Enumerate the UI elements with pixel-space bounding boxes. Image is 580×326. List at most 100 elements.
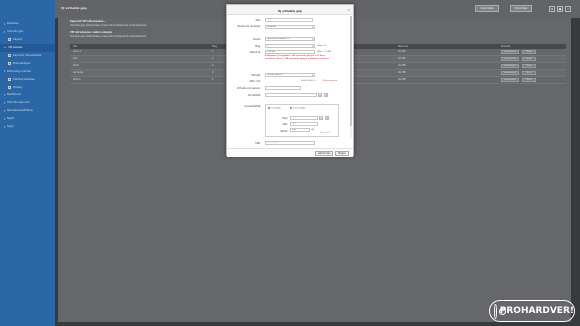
chevron-icon bbox=[4, 22, 5, 25]
cell-cores: 2 bbox=[212, 71, 214, 75]
delete-button[interactable]: Törlés bbox=[522, 78, 536, 83]
sidebar-item[interactable]: Napló bbox=[0, 115, 55, 123]
cpu-label: Virtuális processzor: bbox=[236, 87, 261, 90]
sidebar-item-label: Kezdőlap bbox=[7, 22, 19, 26]
cell-memory: 2G MB bbox=[398, 78, 406, 82]
size-input[interactable]: 100 bbox=[290, 128, 310, 133]
mac-random-link[interactable]: Véletlenszerű bbox=[323, 80, 337, 82]
sidebar-item-label: Napló bbox=[7, 117, 15, 121]
cell-memory: 4G MB bbox=[398, 71, 406, 75]
location-label: Hely: bbox=[282, 117, 288, 120]
edit-button[interactable]: Szerkesztés bbox=[501, 57, 519, 62]
name2-input[interactable]: Név bbox=[290, 122, 318, 127]
sidebar-item[interactable]: VM-kezelés bbox=[0, 43, 55, 52]
col-memory: Memória bbox=[398, 45, 409, 48]
sidebar-item[interactable]: Biztonsági mentés bbox=[0, 67, 55, 75]
new-vm-dialog: Új virtuális gép ✕ Név: Név Operációs re… bbox=[226, 4, 354, 157]
section-title-2: VM létrehozása: sablon alapján bbox=[70, 31, 113, 34]
scrollbar-thumb[interactable] bbox=[350, 16, 352, 126]
sidebar-item-label: Rendszerbeállítások bbox=[7, 109, 33, 113]
sidebar-item-label: Súgó bbox=[7, 125, 14, 129]
export-button[interactable]: Exportálás bbox=[510, 5, 532, 12]
cell-memory: 2G MB bbox=[398, 57, 406, 61]
cell-cores: 1 bbox=[212, 57, 214, 61]
sidebar-item[interactable]: Rendszerbeállítások bbox=[0, 107, 55, 115]
cell-name: alma-1 bbox=[73, 50, 81, 54]
vnc-password-input[interactable]: VNC-jelszó bbox=[265, 141, 315, 146]
cancel-button[interactable]: Mégse bbox=[335, 151, 349, 157]
network-select[interactable]: Virtual Switch 1 bbox=[265, 73, 315, 78]
os-select[interactable]: Windows bbox=[265, 25, 315, 30]
clear-icon[interactable]: ✕ bbox=[325, 116, 330, 121]
name-input[interactable]: Név bbox=[265, 18, 313, 23]
sidebar-item-label: VM-kezelés bbox=[8, 46, 23, 50]
cores-max: (Max: 4) bbox=[317, 45, 326, 47]
delete-button[interactable]: Törlés bbox=[522, 50, 536, 55]
radio-existing-image[interactable]: Kész képfájl bbox=[290, 106, 306, 110]
cell-name: test bbox=[73, 57, 78, 61]
import-button[interactable]: Importálás bbox=[475, 5, 499, 12]
edit-button[interactable]: Szerkesztés bbox=[501, 50, 519, 55]
delete-button[interactable]: Törlés bbox=[522, 71, 536, 76]
sidebar-item[interactable]: Virtuális gép bbox=[0, 28, 55, 36]
vnc-label: VNC: bbox=[255, 142, 261, 145]
chevron-icon bbox=[4, 125, 5, 128]
sidebar-item-label: Kapcsolt VM-eszközök bbox=[13, 54, 42, 57]
size-unit: GB bbox=[311, 129, 315, 131]
edit-button[interactable]: Szerkesztés bbox=[501, 64, 519, 69]
sidebar-item[interactable]: Kapcsolt VM-eszközök bbox=[0, 52, 55, 60]
chevron-icon bbox=[4, 109, 5, 112]
disk-label: Lemezképfájl: bbox=[244, 105, 261, 108]
sidebar-item[interactable]: Beállítások bbox=[0, 91, 55, 99]
memory-max: (Max: 7.7 GB) bbox=[317, 51, 332, 53]
network-label: Hálózat: bbox=[251, 74, 261, 77]
col-cores: Mag bbox=[212, 45, 217, 48]
section-title: Kapcsolt VM létrehozása... bbox=[70, 20, 107, 23]
delete-button[interactable]: Törlés bbox=[522, 57, 536, 62]
gear-icon[interactable]: ⚙ bbox=[549, 5, 555, 12]
location-input[interactable] bbox=[290, 116, 318, 121]
cell-memory: 2G MB bbox=[398, 50, 406, 54]
dialog-titlebar: Új virtuális gép ✕ bbox=[227, 5, 353, 15]
disk-group: Új képfájl Kész képfájl Hely: ▭ ✕ Név: N… bbox=[265, 104, 339, 137]
clear-icon[interactable]: ✕ bbox=[324, 93, 329, 98]
sidebar-item-label: Virtuális gép bbox=[7, 30, 24, 34]
folder-icon[interactable]: ▭ bbox=[319, 116, 324, 121]
radio-new-image[interactable]: Új képfájl bbox=[268, 106, 281, 110]
sidebar-item[interactable]: Súgó bbox=[0, 123, 55, 131]
watermark-text: PROHARDVER! bbox=[499, 306, 574, 316]
close-icon[interactable]: ✕ bbox=[347, 8, 350, 12]
cd-label: CD-képfájl: bbox=[247, 94, 261, 97]
cell-name: test2 bbox=[73, 64, 79, 68]
sidebar-item[interactable]: Kezdőlap bbox=[0, 20, 55, 28]
edit-button[interactable]: Szerkesztés bbox=[501, 71, 519, 76]
cores-label: Mag: bbox=[255, 45, 261, 48]
sidebar-item[interactable]: Tárhely bbox=[0, 83, 55, 91]
sidebar-item[interactable]: Állapot bbox=[0, 36, 55, 44]
sidebar-item[interactable]: Virtuális kapcsoló bbox=[0, 99, 55, 107]
help-icon[interactable]: ? bbox=[565, 5, 571, 12]
version-label: Verzió: bbox=[252, 38, 261, 41]
watermark-logo: PROHARDVER! bbox=[489, 300, 575, 322]
cores-select[interactable]: 1 bbox=[265, 44, 315, 49]
folder-icon[interactable]: ▭ bbox=[318, 93, 323, 98]
cd-image-input[interactable] bbox=[265, 93, 317, 98]
sidebar-item[interactable]: Pillanatképek bbox=[0, 59, 55, 67]
delete-button[interactable]: Törlés bbox=[522, 64, 536, 69]
create-button[interactable]: Létrehozás bbox=[315, 151, 333, 157]
section-desc: Virtuális gép létrehozása a kapcsolt kon… bbox=[70, 24, 147, 27]
radio-existing-label: Kész képfájl bbox=[293, 107, 306, 110]
edit-button[interactable]: Szerkesztés bbox=[501, 78, 519, 83]
sidebar: Kezdőlap Virtuális gép Állapot VM-kezelés Ka… bbox=[0, 0, 55, 326]
user-icon[interactable]: ● bbox=[557, 5, 563, 12]
name-label: Név: bbox=[255, 19, 261, 22]
chevron-icon bbox=[4, 47, 6, 49]
cpu-input[interactable] bbox=[265, 86, 301, 91]
memory-input[interactable]: 128 MB bbox=[265, 50, 315, 55]
radio-new-label: Új képfájl bbox=[271, 107, 281, 110]
version-select[interactable]: Microsoft Windows 10 bbox=[265, 37, 315, 42]
dialog-scrollbar[interactable] bbox=[350, 16, 352, 138]
window-title: Új virtuális gép bbox=[61, 6, 87, 10]
sidebar-item[interactable]: Hálózat kezelése bbox=[0, 75, 55, 83]
page-icon bbox=[8, 38, 11, 42]
